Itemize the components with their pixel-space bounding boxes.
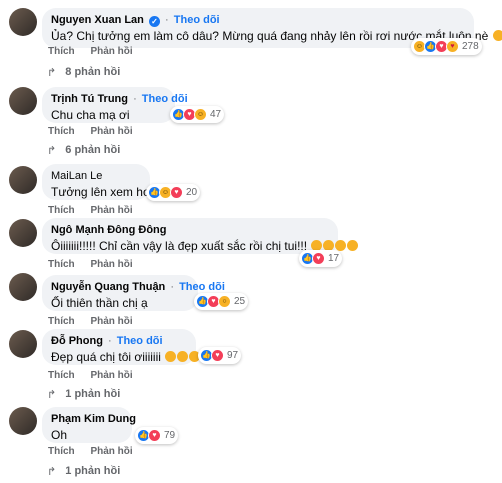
reaction-summary[interactable]: 👍 ♥ 17: [299, 250, 343, 267]
separator-dot: ·: [170, 281, 175, 293]
reply-button[interactable]: Phản hồi: [90, 316, 132, 327]
reaction-count: 25: [234, 296, 246, 307]
avatar[interactable]: [9, 8, 37, 36]
reaction-count: 20: [186, 187, 198, 198]
comment-text: Ối thiên thần chị ạ: [51, 296, 148, 310]
like-button[interactable]: Thích: [48, 370, 75, 381]
like-button[interactable]: Thích: [48, 259, 75, 270]
follow-button[interactable]: Theo dõi: [179, 281, 225, 293]
follow-button[interactable]: Theo dõi: [174, 14, 220, 26]
avatar[interactable]: [9, 219, 37, 247]
care-emoji-icon: [492, 30, 502, 41]
view-replies-link[interactable]: 1 phản hồi: [65, 465, 120, 477]
like-button[interactable]: Thích: [48, 446, 75, 457]
separator-dot: ·: [165, 14, 169, 26]
heart-eyes-emoji-icon: [177, 351, 189, 362]
avatar[interactable]: [9, 407, 37, 435]
follow-button[interactable]: Theo dõi: [117, 335, 163, 347]
reaction-summary[interactable]: 👍 ♥ ☺ 47: [170, 106, 225, 123]
commenter-name[interactable]: Trịnh Tú Trung: [51, 93, 128, 105]
haha-reaction-icon: ☺: [194, 108, 207, 121]
reaction-summary[interactable]: 👍 ☺ ♥ 20: [146, 184, 201, 201]
love-reaction-icon: ♥: [211, 349, 224, 362]
reaction-count: 17: [328, 253, 340, 264]
reply-button[interactable]: Phản hồi: [90, 259, 132, 270]
avatar[interactable]: [9, 330, 37, 358]
reply-arrow-icon: ↳: [47, 387, 57, 399]
avatar[interactable]: [9, 166, 37, 194]
comment-bubble: MaiLan Le Tưởng lên xem hoa: [42, 164, 156, 200]
avatar[interactable]: [9, 273, 37, 301]
love-reaction-icon: ♥: [312, 252, 325, 265]
reaction-summary[interactable]: 👍 ♥ 79: [135, 427, 179, 444]
reaction-count: 278: [462, 41, 479, 52]
like-button[interactable]: Thích: [48, 205, 75, 216]
verified-badge-icon: ✓: [148, 16, 160, 27]
care-reaction-icon: ♥: [446, 40, 459, 53]
commenter-name[interactable]: Ngô Mạnh Đông Đông: [51, 224, 166, 236]
reply-arrow-icon: ↳: [47, 464, 57, 476]
view-replies-link[interactable]: 8 phản hồi: [65, 66, 120, 78]
reaction-count: 47: [210, 109, 222, 120]
commenter-name[interactable]: Nguyễn Quang Thuận: [51, 281, 165, 293]
reply-arrow-icon: ↳: [47, 65, 57, 77]
commenter-name[interactable]: MaiLan Le: [51, 170, 102, 182]
comment-text: Chu cha mạ ơi: [51, 108, 130, 122]
comment-bubble: Trịnh Tú Trung · Theo dõi Chu cha mạ ơi: [42, 87, 188, 123]
heart-eyes-emoji-icon: [165, 351, 177, 362]
reaction-count: 97: [227, 350, 239, 361]
care-emoji-icon: [347, 240, 359, 251]
view-replies-link[interactable]: 1 phản hồi: [65, 388, 120, 400]
reaction-summary[interactable]: ☺ 👍 ♥ ♥ 278: [411, 38, 482, 55]
like-button[interactable]: Thích: [48, 316, 75, 327]
reply-button[interactable]: Phản hồi: [90, 446, 132, 457]
separator-dot: ·: [108, 335, 112, 347]
reply-arrow-icon: ↳: [47, 143, 57, 155]
separator-dot: ·: [133, 93, 137, 105]
reply-button[interactable]: Phản hồi: [90, 205, 132, 216]
comment-text: Oh: [51, 428, 68, 442]
like-button[interactable]: Thích: [48, 126, 75, 137]
love-reaction-icon: ♥: [148, 429, 161, 442]
comment-bubble: Ngô Mạnh Đông Đông Ôiiiiiii!!!!! Chỉ cần…: [42, 218, 359, 254]
commenter-name[interactable]: Nguyen Xuan Lan: [51, 14, 144, 26]
like-button[interactable]: Thích: [48, 46, 75, 57]
avatar[interactable]: [9, 87, 37, 115]
commenter-name[interactable]: Đỗ Phong: [51, 335, 103, 347]
follow-button[interactable]: Theo dõi: [142, 93, 188, 105]
reply-button[interactable]: Phản hồi: [90, 370, 132, 381]
comment-bubble: Phạm Kim Dung Oh: [42, 407, 136, 443]
reply-button[interactable]: Phản hồi: [90, 46, 132, 57]
care-emoji-icon: [335, 240, 347, 251]
comment-text: Đẹp quá chị tôi ơiiiiiii: [51, 350, 161, 364]
comment-bubble: Nguyễn Quang Thuận · Theo dõi Ối thiên t…: [42, 275, 225, 311]
comment-bubble: Đỗ Phong · Theo dõi Đẹp quá chị tôi ơiii…: [42, 329, 201, 365]
comment-bubble: Nguyen Xuan Lan ✓ · Theo dõi Ủa? Chị tưở…: [42, 8, 502, 48]
reply-button[interactable]: Phản hồi: [90, 126, 132, 137]
love-reaction-icon: ♥: [170, 186, 183, 199]
reaction-summary[interactable]: 👍 ♥ 97: [198, 347, 242, 364]
comment-text: Ôiiiiiii!!!!! Chỉ cần vậy là đẹp xuất sắ…: [51, 239, 308, 253]
wow-reaction-icon: ○: [218, 295, 231, 308]
commenter-name[interactable]: Phạm Kim Dung: [51, 413, 136, 425]
reaction-count: 79: [164, 430, 176, 441]
comment-text: Tưởng lên xem hoa: [51, 185, 157, 199]
view-replies-link[interactable]: 6 phản hồi: [65, 144, 120, 156]
reaction-summary[interactable]: 👍 ♥ ○ 25: [194, 293, 249, 310]
